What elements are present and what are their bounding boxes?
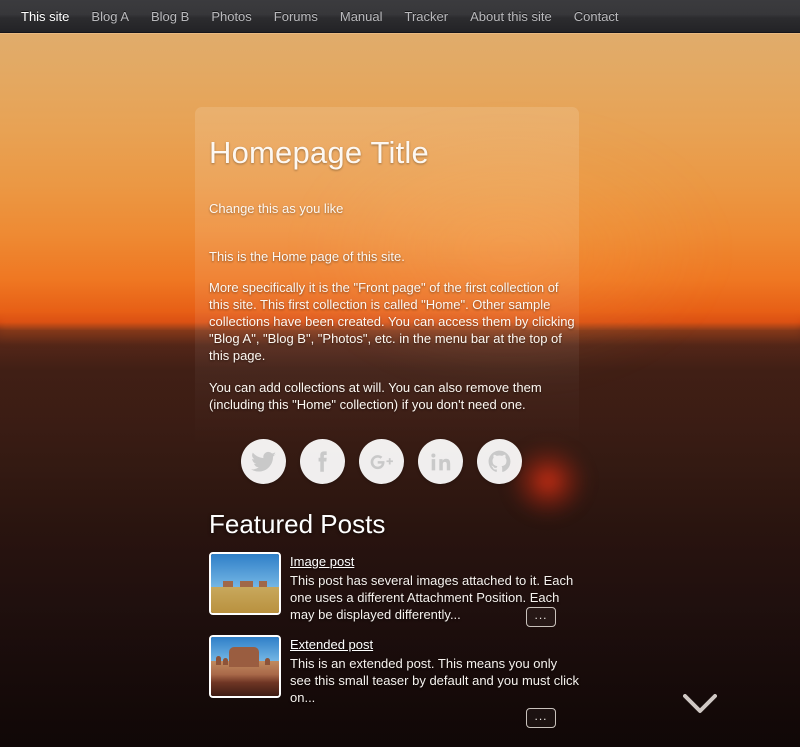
page-root: This site Blog A Blog B Photos Forums Ma… [0, 0, 800, 747]
post-title-link[interactable]: Extended post [290, 637, 373, 652]
page-subtitle: Change this as you like [209, 201, 581, 216]
nav-item-tracker[interactable]: Tracker [394, 0, 460, 33]
twitter-icon [251, 449, 277, 475]
nav-item-this-site[interactable]: This site [10, 0, 80, 33]
thumb-spire [223, 658, 228, 665]
social-link-facebook[interactable] [300, 439, 345, 484]
post-body: Extended post This is an extended post. … [290, 635, 581, 706]
post-more-button[interactable]: ... [526, 708, 556, 728]
social-link-github[interactable] [477, 439, 522, 484]
scroll-down-button[interactable] [683, 694, 717, 716]
main-content: Homepage Title Change this as you like T… [195, 107, 595, 747]
post-title-link[interactable]: Image post [290, 554, 354, 569]
github-icon [487, 449, 512, 474]
nav-item-blog-a[interactable]: Blog A [80, 0, 140, 33]
thumb-ground [211, 587, 279, 614]
featured-post-item: Extended post This is an extended post. … [209, 635, 581, 706]
nav-item-photos[interactable]: Photos [200, 0, 262, 33]
hero-paragraph-1: This is the Home page of this site. [209, 248, 581, 265]
hero-paragraph-3: You can add collections at will. You can… [209, 379, 581, 413]
thumb-spire [216, 656, 221, 665]
google-plus-icon [368, 449, 396, 475]
post-thumbnail-image-post[interactable] [209, 552, 281, 615]
hero-paragraph-2: More specifically it is the "Front page"… [209, 279, 581, 364]
nav-item-blog-b[interactable]: Blog B [140, 0, 200, 33]
linkedin-icon [429, 450, 453, 474]
post-more-button[interactable]: ... [526, 607, 556, 627]
more-posts-heading: More Posts [209, 742, 581, 747]
nav-item-manual[interactable]: Manual [329, 0, 394, 33]
nav-item-contact[interactable]: Contact [563, 0, 630, 33]
social-link-linkedin[interactable] [418, 439, 463, 484]
social-link-twitter[interactable] [241, 439, 286, 484]
facebook-icon [310, 449, 336, 475]
featured-post-item: Image post This post has several images … [209, 552, 581, 623]
page-title: Homepage Title [209, 107, 581, 170]
nav-item-forums[interactable]: Forums [263, 0, 329, 33]
social-links [209, 439, 581, 484]
main-navigation-bar: This site Blog A Blog B Photos Forums Ma… [0, 0, 800, 33]
post-excerpt: This is an extended post. This means you… [290, 655, 581, 706]
post-thumbnail-extended-post[interactable] [209, 635, 281, 698]
chevron-down-icon [683, 694, 717, 716]
social-link-google-plus[interactable] [359, 439, 404, 484]
featured-posts-heading: Featured Posts [209, 509, 581, 540]
nav-item-about-this-site[interactable]: About this site [459, 0, 563, 33]
thumb-butte [229, 647, 259, 667]
thumb-spire [265, 658, 270, 666]
